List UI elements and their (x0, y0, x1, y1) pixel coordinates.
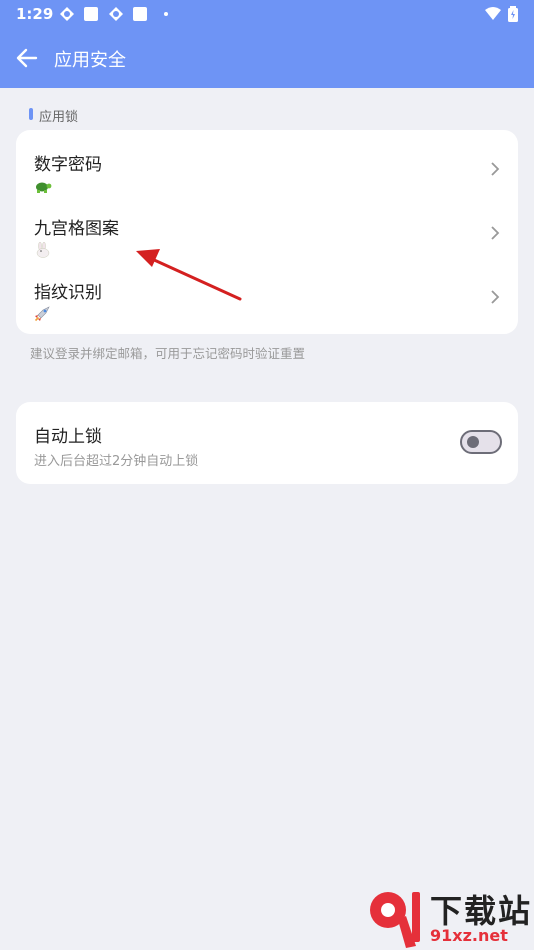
app-bar: 应用安全 (0, 28, 534, 88)
battery-icon (508, 6, 518, 22)
sync-notification-icon (60, 7, 74, 21)
chevron-right-icon (491, 162, 500, 176)
status-time: 1:29 (16, 5, 54, 23)
watermark-logo-icon (370, 892, 420, 948)
section-header-label: 应用锁 (39, 110, 79, 125)
square-notification-icon (84, 7, 98, 21)
rocket-icon (34, 306, 50, 322)
sync-notification-icon-2 (109, 7, 123, 21)
annotation-arrow-icon (136, 249, 242, 301)
back-arrow-icon[interactable] (14, 46, 40, 70)
lock-option-label: 指纹识别 (34, 283, 102, 303)
lock-option-label: 数字密码 (34, 155, 102, 175)
lock-option-numeric-password[interactable]: 数字密码 (16, 134, 518, 198)
auto-lock-toggle[interactable] (460, 430, 502, 454)
app-lock-card: 数字密码 九宫格图案 指纹识别 (16, 130, 518, 334)
auto-lock-card: 自动上锁 进入后台超过2分钟自动上锁 (16, 402, 518, 484)
square-notification-icon-2 (133, 7, 147, 21)
auto-lock-description: 进入后台超过2分钟自动上锁 (34, 454, 199, 469)
chevron-right-icon (491, 290, 500, 304)
lock-option-fingerprint[interactable]: 指纹识别 (16, 262, 518, 326)
lock-option-pattern[interactable]: 九宫格图案 (16, 198, 518, 262)
turtle-icon (36, 182, 52, 193)
toggle-knob (467, 436, 479, 448)
page-title: 应用安全 (54, 50, 126, 71)
rabbit-icon (36, 242, 50, 258)
section-accent-bar (29, 108, 33, 120)
chevron-right-icon (491, 226, 500, 240)
status-bar: 1:29 (0, 0, 534, 28)
watermark: 下载站 91xz.net (362, 884, 534, 950)
more-notifications-dot-icon (164, 12, 168, 16)
watermark-site: 91xz.net (430, 926, 508, 945)
wifi-icon (485, 7, 501, 20)
auto-lock-label: 自动上锁 (34, 427, 102, 447)
lock-option-label: 九宫格图案 (34, 219, 119, 239)
email-binding-hint: 建议登录并绑定邮箱，可用于忘记密码时验证重置 (30, 346, 306, 361)
